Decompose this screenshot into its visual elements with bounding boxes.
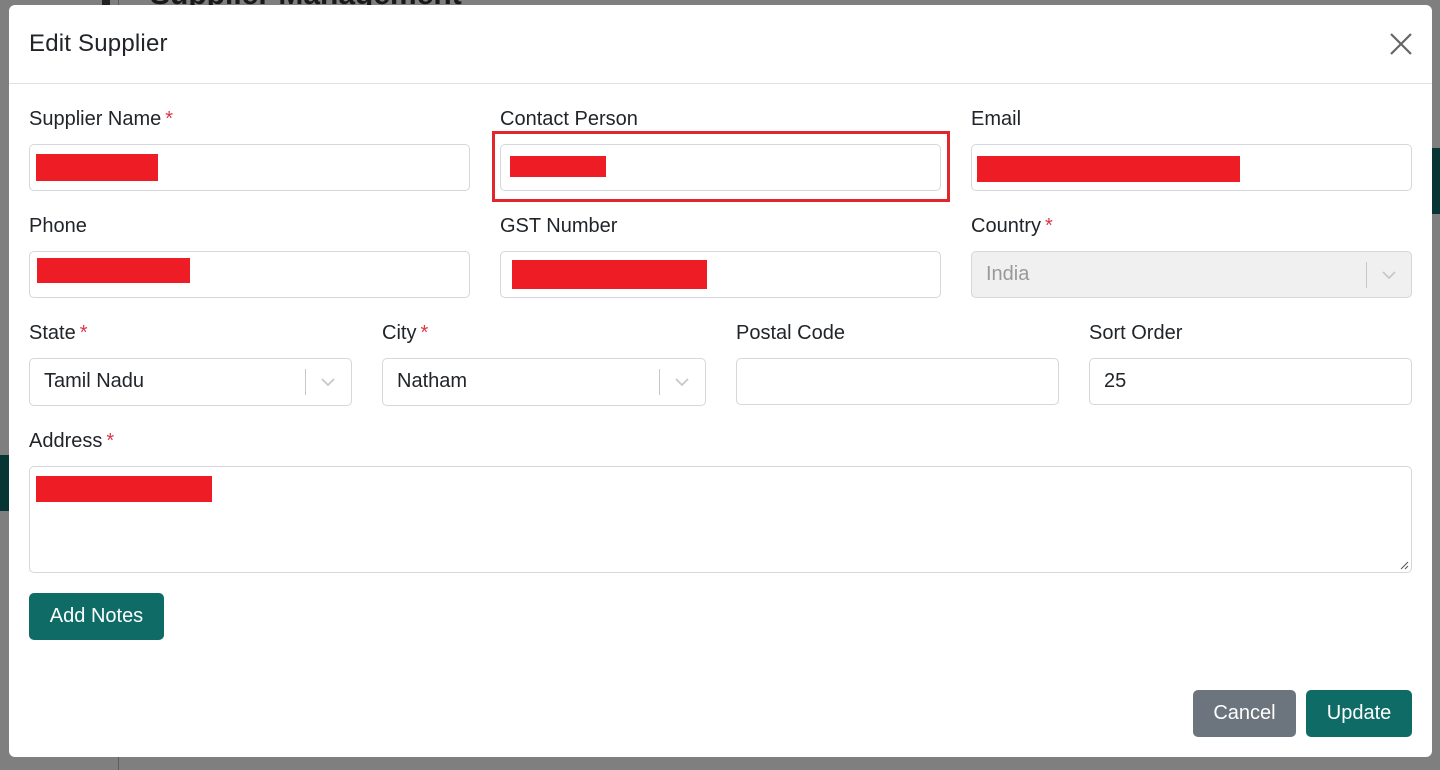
city-select[interactable]: Natham — [382, 358, 706, 406]
city-label: City * — [382, 322, 429, 344]
required-marker: * — [165, 108, 174, 130]
chevron-down-icon[interactable] — [319, 373, 337, 391]
close-icon[interactable] — [1388, 31, 1414, 57]
redacted-value — [512, 260, 707, 289]
required-marker: * — [79, 322, 88, 344]
contact-person-label: Contact Person — [500, 108, 638, 130]
chevron-down-icon[interactable] — [1380, 266, 1398, 284]
select-separator — [1366, 262, 1367, 288]
sort-order-label: Sort Order — [1089, 322, 1183, 344]
add-notes-button[interactable]: Add Notes — [29, 593, 164, 640]
country-select-value: India — [986, 263, 1030, 285]
state-field: State * — [29, 320, 88, 346]
sort-order-input[interactable]: 25 — [1089, 358, 1412, 405]
address-textarea[interactable] — [29, 466, 1412, 573]
gst-number-field: GST Number — [500, 213, 617, 239]
email-field: Email — [971, 106, 1021, 132]
update-button[interactable]: Update — [1306, 690, 1412, 737]
required-marker: * — [1045, 215, 1053, 237]
state-label: State * — [29, 322, 88, 344]
redacted-value — [36, 476, 212, 502]
city-field: City * — [382, 320, 428, 346]
supplier-name-label: Supplier Name * — [29, 108, 174, 130]
edit-supplier-modal: Edit Supplier Supplier Name * Contact Per… — [9, 5, 1432, 757]
gst-number-label: GST Number — [500, 215, 618, 237]
postal-code-field: Postal Code — [736, 320, 845, 346]
country-label: Country * — [971, 215, 1053, 237]
phone-label: Phone — [29, 215, 87, 237]
email-input[interactable] — [971, 144, 1412, 191]
modal-title: Edit Supplier — [29, 30, 168, 57]
address-label: Address * — [29, 430, 115, 452]
postal-code-label: Postal Code — [736, 322, 845, 344]
contact-person-field: Contact Person — [500, 106, 638, 132]
select-separator — [659, 369, 660, 395]
phone-input[interactable] — [29, 251, 470, 298]
cancel-button[interactable]: Cancel — [1193, 690, 1296, 737]
redacted-value — [977, 156, 1240, 182]
postal-code-input[interactable] — [736, 358, 1059, 405]
select-separator — [305, 369, 306, 395]
supplier-name-field: Supplier Name * — [29, 106, 173, 132]
sort-order-field: Sort Order — [1089, 320, 1182, 346]
redacted-value — [37, 258, 190, 283]
resize-handle-icon[interactable] — [1399, 560, 1409, 570]
focus-highlight-box — [492, 131, 950, 202]
phone-field: Phone — [29, 213, 87, 239]
country-select[interactable]: India — [971, 251, 1412, 298]
state-select[interactable]: Tamil Nadu — [29, 358, 352, 406]
required-marker: * — [106, 430, 115, 452]
city-select-value: Natham — [397, 370, 468, 392]
state-select-value: Tamil Nadu — [44, 370, 145, 392]
redacted-value — [36, 154, 158, 181]
chevron-down-icon[interactable] — [673, 373, 691, 391]
modal-header: Edit Supplier — [9, 5, 1432, 84]
address-field: Address * — [29, 428, 114, 454]
country-field: Country * — [971, 213, 1053, 239]
gst-number-input[interactable] — [500, 251, 941, 298]
supplier-name-input[interactable] — [29, 144, 470, 191]
required-marker: * — [420, 322, 429, 344]
email-label: Email — [971, 108, 1022, 130]
